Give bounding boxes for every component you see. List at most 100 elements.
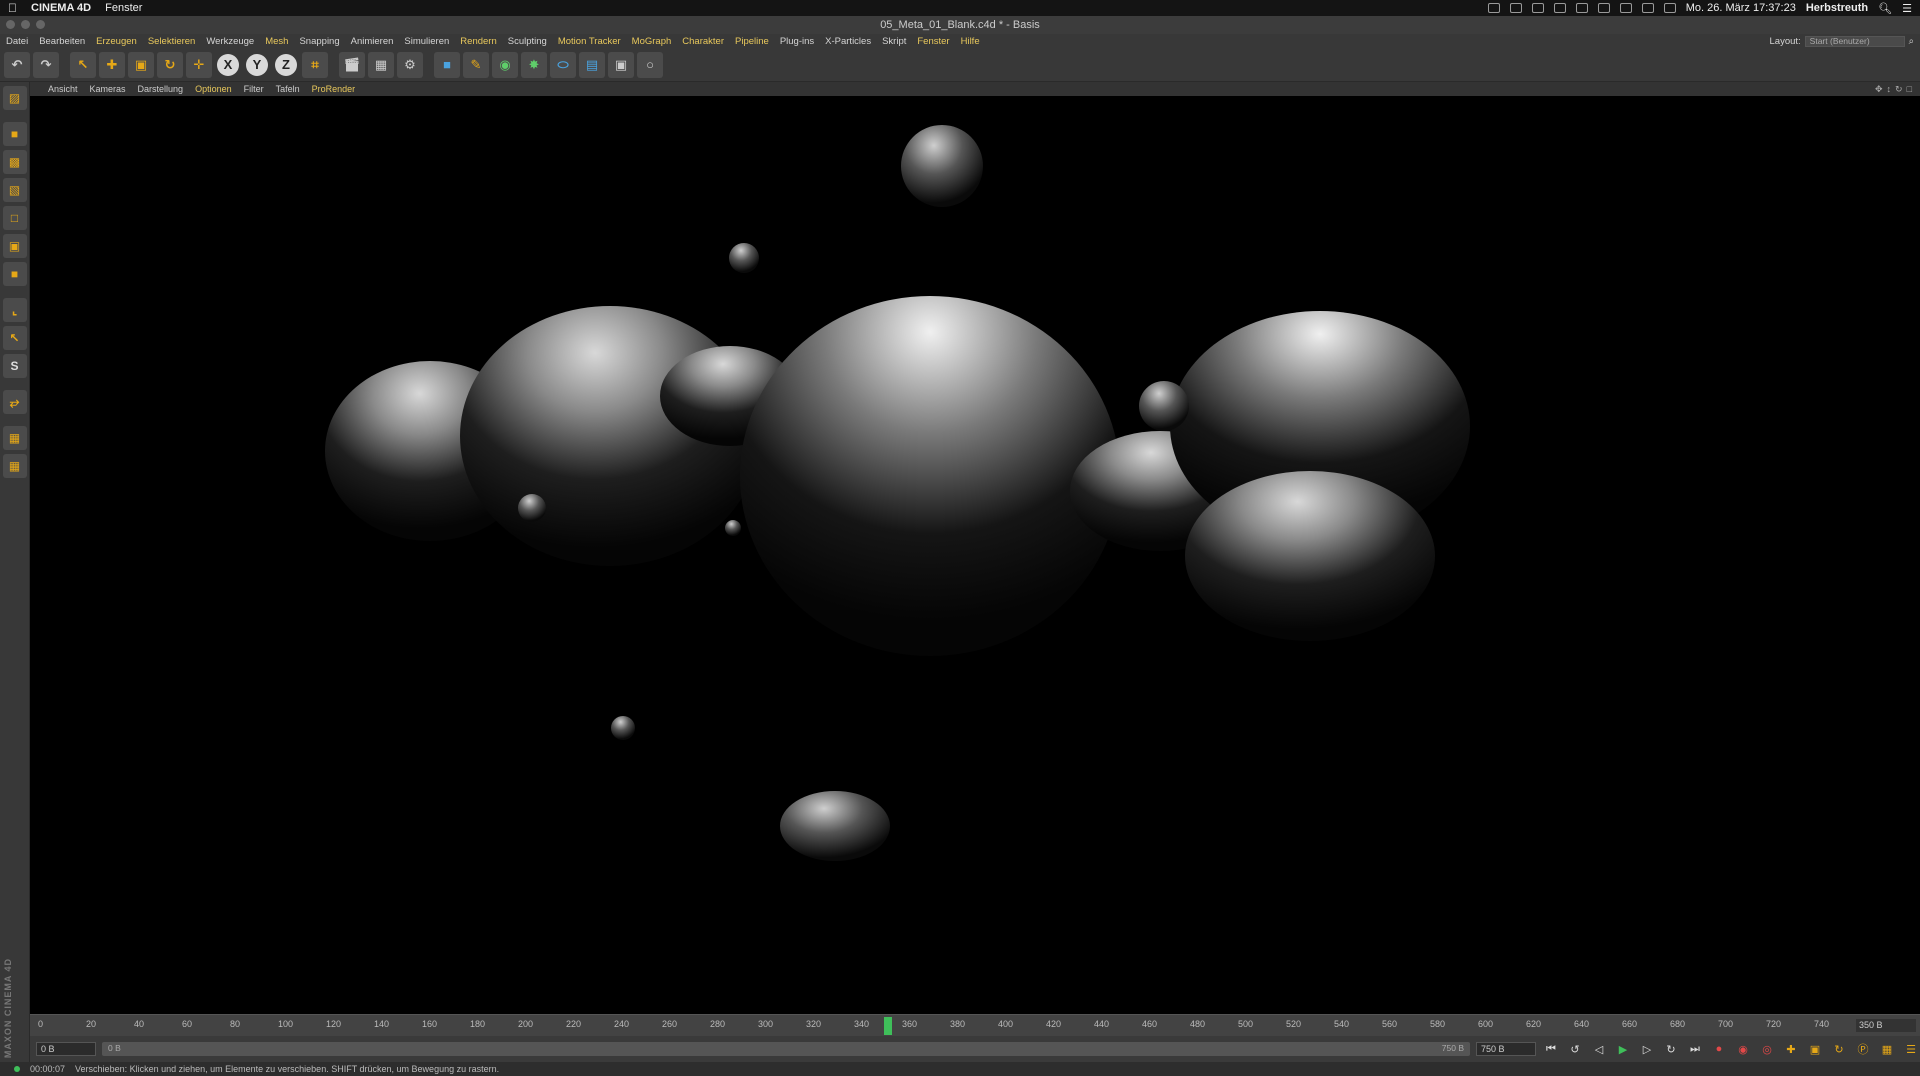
viewport-menu-tafeln[interactable]: Tafeln: [276, 84, 300, 94]
deformer-icon[interactable]: ⬭: [550, 51, 576, 78]
render-settings-icon[interactable]: ⚙: [397, 51, 423, 78]
next-frame-icon[interactable]: ▷: [1638, 1040, 1656, 1058]
model-mode-icon[interactable]: ■: [2, 122, 27, 146]
light-icon[interactable]: ○: [637, 51, 663, 78]
menu-sculpting[interactable]: Sculpting: [508, 36, 547, 47]
bluetooth-icon[interactable]: [1619, 3, 1632, 13]
edges-mode-icon[interactable]: ▣: [2, 234, 27, 258]
last-tool-icon[interactable]: ✛: [186, 51, 212, 78]
menu-selektieren[interactable]: Selektieren: [148, 36, 196, 47]
workplane-icon[interactable]: ▧: [2, 178, 27, 202]
viewport-menu-ansicht[interactable]: Ansicht: [48, 84, 78, 94]
playhead[interactable]: [884, 1017, 892, 1035]
make-editable-icon[interactable]: ▨: [2, 86, 27, 110]
menu-snapping[interactable]: Snapping: [299, 36, 339, 47]
close-window-button[interactable]: [6, 20, 15, 29]
axis-mode-icon[interactable]: ⌞: [2, 298, 27, 322]
minimize-window-button[interactable]: [21, 20, 30, 29]
menu-hilfe[interactable]: Hilfe: [961, 36, 980, 47]
select-tool-icon[interactable]: ↖: [70, 51, 96, 78]
next-key-icon[interactable]: ↻: [1662, 1040, 1680, 1058]
subdivision-surface-icon[interactable]: ◉: [492, 51, 518, 78]
move-tool-icon[interactable]: ✚: [99, 51, 125, 78]
time-machine-icon[interactable]: [1597, 3, 1610, 13]
planar-workplane-icon[interactable]: ▦: [2, 454, 27, 478]
menu-fenster[interactable]: Fenster: [917, 36, 949, 47]
maximize-view-icon[interactable]: □: [1907, 84, 1912, 95]
notification-center-icon[interactable]: ☰: [1902, 2, 1912, 15]
parameter-key-icon[interactable]: Ⓟ: [1854, 1040, 1872, 1058]
viewport-menu-filter[interactable]: Filter: [244, 84, 264, 94]
keyframe-selection-icon[interactable]: ◎: [1758, 1040, 1776, 1058]
search-icon[interactable]: ⌕: [1909, 36, 1914, 47]
go-to-start-icon[interactable]: ⏮: [1542, 1040, 1560, 1058]
orbit-icon[interactable]: ↻: [1895, 84, 1903, 95]
viewport-menu-kameras[interactable]: Kameras: [90, 84, 126, 94]
menu-rendern[interactable]: Rendern: [460, 36, 496, 47]
previous-frame-icon[interactable]: ◁: [1590, 1040, 1608, 1058]
menu-bearbeiten[interactable]: Bearbeiten: [39, 36, 85, 47]
3d-viewport[interactable]: [30, 96, 1920, 1014]
position-key-icon[interactable]: ✚: [1782, 1040, 1800, 1058]
user-name[interactable]: Herbstreuth: [1806, 2, 1868, 14]
menu-skript[interactable]: Skript: [882, 36, 906, 47]
apple-icon[interactable]: : [8, 1, 17, 15]
menu-plugins[interactable]: Plug-ins: [780, 36, 814, 47]
dolly-icon[interactable]: ↕: [1887, 84, 1892, 95]
layout-dropdown[interactable]: Start (Benutzer): [1804, 35, 1905, 47]
viewport-menu-darstellung[interactable]: Darstellung: [138, 84, 184, 94]
rotation-key-icon[interactable]: ↻: [1830, 1040, 1848, 1058]
start-frame-field[interactable]: 0 B: [36, 1042, 96, 1056]
cloner-icon[interactable]: ✸: [521, 51, 547, 78]
viewport-menu-optionen[interactable]: Optionen: [195, 84, 232, 94]
menu-werkzeuge[interactable]: Werkzeuge: [206, 36, 254, 47]
menu-x-particles[interactable]: X-Particles: [825, 36, 871, 47]
menu-animieren[interactable]: Animieren: [351, 36, 394, 47]
zoom-window-button[interactable]: [36, 20, 45, 29]
menu-charakter[interactable]: Charakter: [682, 36, 724, 47]
polygons-mode-icon[interactable]: ■: [2, 262, 27, 286]
dropbox-icon[interactable]: [1553, 3, 1566, 13]
status-icon[interactable]: [1531, 3, 1544, 13]
status-icon[interactable]: [1509, 3, 1522, 13]
menu-simulieren[interactable]: Simulieren: [404, 36, 449, 47]
pan-icon[interactable]: ✥: [1875, 84, 1883, 95]
previous-key-icon[interactable]: ↺: [1566, 1040, 1584, 1058]
scale-tool-icon[interactable]: ▣: [128, 51, 154, 78]
cube-object-icon[interactable]: ■: [434, 51, 460, 78]
wifi-icon[interactable]: [1641, 3, 1654, 13]
current-frame-field[interactable]: 350 B: [1856, 1019, 1916, 1032]
render-view-icon[interactable]: 🎬︎: [339, 51, 365, 78]
timeline-ruler[interactable]: 0 20 40 60 80 100 120 140 160 180 200 220 240 260 280 3…: [30, 1014, 1920, 1036]
undo-button[interactable]: ↶: [4, 51, 30, 78]
lock-workplane-icon[interactable]: ▦: [2, 426, 27, 450]
record-keys-icon[interactable]: ●: [1710, 1040, 1728, 1058]
tweak-mode-icon[interactable]: ↖: [2, 326, 27, 350]
play-icon[interactable]: ▶: [1614, 1040, 1632, 1058]
autokey-icon[interactable]: ◉: [1734, 1040, 1752, 1058]
redo-button[interactable]: ↷: [33, 51, 59, 78]
end-frame-field[interactable]: 750 B: [1476, 1042, 1536, 1056]
pen-spline-icon[interactable]: ✎: [463, 51, 489, 78]
axis-y-button[interactable]: Y: [246, 53, 268, 76]
timeline-menu-icon[interactable]: ☰: [1902, 1040, 1920, 1058]
app-menu[interactable]: CINEMA 4D: [31, 2, 91, 14]
render-picture-viewer-icon[interactable]: ▦: [368, 51, 394, 78]
viewport-menu-prorender[interactable]: ProRender: [312, 84, 356, 94]
points-mode-icon[interactable]: □: [2, 206, 27, 230]
go-to-end-icon[interactable]: ⏭: [1686, 1040, 1704, 1058]
scale-key-icon[interactable]: ▣: [1806, 1040, 1824, 1058]
floor-scene-icon[interactable]: ▤: [579, 51, 605, 78]
snap-icon[interactable]: ⥂: [2, 390, 27, 414]
preview-range-slider[interactable]: 0 B 750 B: [102, 1042, 1470, 1056]
menu-erzeugen[interactable]: Erzeugen: [96, 36, 137, 47]
menu-motion-tracker[interactable]: Motion Tracker: [558, 36, 621, 47]
texture-mode-icon[interactable]: ▩: [2, 150, 27, 174]
menu-mograph[interactable]: MoGraph: [632, 36, 672, 47]
solo-icon[interactable]: S: [2, 354, 27, 378]
status-icon[interactable]: [1487, 3, 1500, 13]
rotate-tool-icon[interactable]: ↻: [157, 51, 183, 78]
menu-pipeline[interactable]: Pipeline: [735, 36, 769, 47]
menu-mesh[interactable]: Mesh: [265, 36, 288, 47]
coordinate-system-icon[interactable]: ⌗: [302, 51, 328, 78]
